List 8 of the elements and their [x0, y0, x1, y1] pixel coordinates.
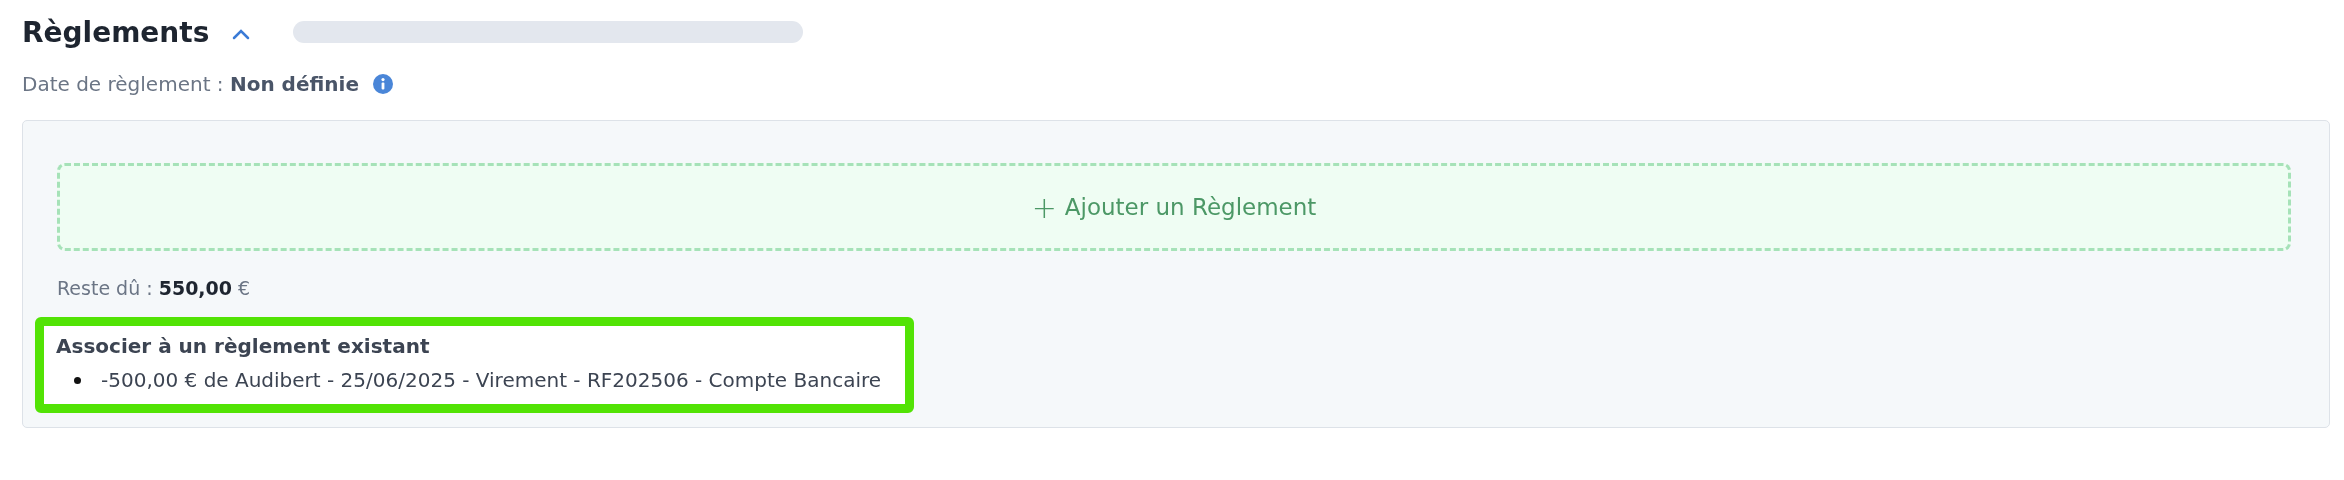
info-icon[interactable] [372, 74, 393, 94]
section-title: Règlements [22, 15, 210, 49]
existing-payment-link[interactable]: -500,00 € de Audibert - 25/06/2025 - Virement - RF202506 - Compte Bancaire [101, 368, 882, 392]
settlement-date-text: Date de règlement : Non définie [22, 72, 359, 96]
chevron-icon[interactable] [231, 28, 252, 40]
existing-payment-heading: Associer à un règlement existant [56, 334, 431, 358]
remaining-due-text: Reste dû : 550,00 € [57, 277, 252, 299]
bullet-icon [74, 376, 81, 384]
